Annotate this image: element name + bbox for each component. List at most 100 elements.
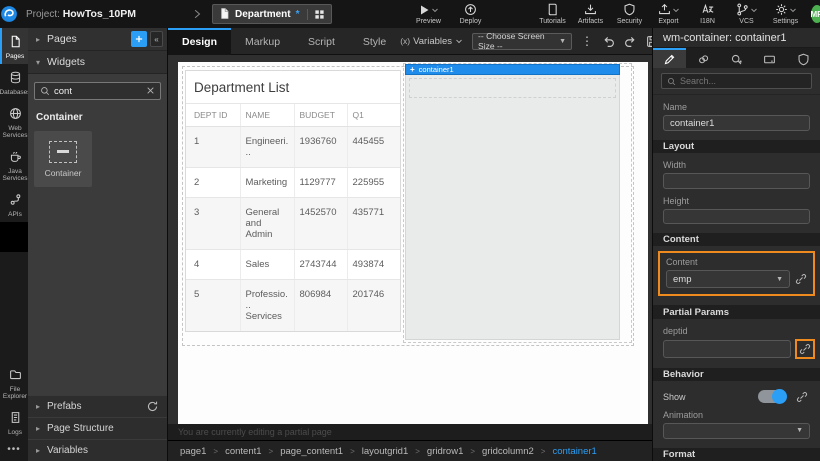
- bind-link-icon[interactable]: [796, 391, 808, 403]
- refresh-icon[interactable]: [146, 400, 159, 413]
- properties-search-input[interactable]: [680, 76, 806, 86]
- pages-grid-icon[interactable]: [307, 9, 325, 20]
- design-canvas[interactable]: Department List DEPT IDNAMEBUDGETQ1 1Eng…: [168, 55, 652, 440]
- table-cell: Professio... Services: [240, 280, 294, 332]
- table-column-header[interactable]: NAME: [240, 104, 294, 127]
- width-field[interactable]: [663, 173, 810, 188]
- properties-tab-inspect[interactable]: [720, 48, 753, 68]
- table-row[interactable]: 4Sales2743744493874: [186, 250, 401, 280]
- panel-section-variables[interactable]: ▸Variables: [28, 439, 167, 461]
- widget-search-box[interactable]: [34, 82, 161, 100]
- security-button[interactable]: Security: [611, 4, 649, 25]
- preview-button[interactable]: Preview: [410, 4, 448, 25]
- table-row[interactable]: 3General and Admin1452570435771: [186, 198, 401, 250]
- selected-container-widget[interactable]: + container1: [405, 64, 620, 340]
- tutorials-icon: [546, 1, 559, 19]
- tab-markup[interactable]: Markup: [231, 28, 294, 55]
- rail-more-button[interactable]: •••: [0, 440, 28, 461]
- content-select[interactable]: emp ▼: [666, 270, 790, 288]
- rail-item-java-services[interactable]: Java Services: [0, 143, 28, 186]
- deploy-button[interactable]: Deploy: [452, 4, 490, 25]
- more-options-kebab-icon[interactable]: ⋮: [581, 34, 593, 48]
- web-services-icon: [9, 105, 22, 123]
- properties-tab-shield[interactable]: [787, 48, 820, 68]
- export-button[interactable]: Export: [650, 4, 688, 25]
- container-drop-area[interactable]: [409, 78, 616, 98]
- properties-panel-title: wm-container: container1: [653, 28, 820, 48]
- widgets-panel-header[interactable]: ▾ Widgets: [28, 51, 167, 74]
- animation-select[interactable]: ▼: [663, 423, 810, 438]
- properties-tab-device[interactable]: [753, 48, 786, 68]
- table-row[interactable]: 2Marketing1129777225955: [186, 168, 401, 198]
- panel-section-prefabs[interactable]: ▸Prefabs: [28, 395, 167, 417]
- tab-style[interactable]: Style: [349, 28, 400, 55]
- rail-item-apis[interactable]: APIs: [0, 186, 28, 222]
- table-column-header[interactable]: Q1: [347, 104, 401, 127]
- settings-button[interactable]: Settings: [767, 4, 805, 25]
- plus-icon[interactable]: +: [410, 65, 415, 74]
- deptid-field[interactable]: [663, 340, 791, 358]
- name-field[interactable]: container1: [663, 115, 810, 130]
- breadcrumb-item-content1[interactable]: content1: [225, 446, 261, 457]
- table-column-header[interactable]: BUDGET: [294, 104, 347, 127]
- page-tab-department[interactable]: Department *: [212, 4, 331, 24]
- properties-tab-styles[interactable]: [686, 48, 719, 68]
- table-cell: 3: [186, 198, 240, 250]
- rail-item-databases[interactable]: Databases: [0, 64, 28, 100]
- collapse-panel-button[interactable]: «: [150, 31, 163, 47]
- tab-script[interactable]: Script: [294, 28, 349, 55]
- page-tab-label: Department: [235, 9, 291, 20]
- screen-size-select[interactable]: -- Choose Screen Size -- ▼: [472, 33, 572, 50]
- breadcrumb-item-gridcolumn2[interactable]: gridcolumn2: [482, 446, 534, 457]
- widget-search-input[interactable]: [54, 86, 142, 97]
- department-table[interactable]: DEPT IDNAMEBUDGETQ1 1Engineeri...1936760…: [186, 104, 401, 332]
- rail-item-logs[interactable]: Logs: [0, 404, 28, 440]
- pages-panel-header[interactable]: ▸ Pages «: [28, 28, 167, 51]
- bind-link-icon[interactable]: [799, 343, 811, 355]
- rail-item-web-services[interactable]: Web Services: [0, 100, 28, 143]
- breadcrumb-item-layoutgrid1[interactable]: layoutgrid1: [362, 446, 408, 457]
- variables-button[interactable]: (x) Variables: [400, 36, 463, 47]
- table-cell: 1129777: [294, 168, 347, 198]
- editor-tabs: DesignMarkupScriptStyle: [168, 28, 400, 55]
- tab-design[interactable]: Design: [168, 28, 231, 55]
- bind-link-icon[interactable]: [795, 273, 807, 285]
- name-field-label: Name: [663, 102, 810, 112]
- chevron-down-icon: ▾: [36, 58, 40, 67]
- settings-gear-icon: [775, 1, 788, 19]
- artifacts-button[interactable]: Artifacts: [572, 4, 610, 25]
- table-row[interactable]: 5Professio... Services806984201746: [186, 280, 401, 332]
- show-toggle[interactable]: [758, 390, 786, 403]
- table-column-header[interactable]: DEPT ID: [186, 104, 240, 127]
- height-field[interactable]: [663, 209, 810, 224]
- table-row[interactable]: 1Engineeri...1936760445455: [186, 127, 401, 168]
- i18n-button[interactable]: I18N: [689, 4, 727, 25]
- tutorials-button[interactable]: Tutorials: [534, 4, 572, 25]
- wavemaker-logo-icon[interactable]: [0, 0, 18, 28]
- properties-tab-pencil[interactable]: [653, 48, 686, 68]
- breadcrumb-item-page_content1[interactable]: page_content1: [280, 446, 343, 457]
- rail-item-file-explorer[interactable]: File Explorer: [0, 361, 28, 404]
- add-page-button[interactable]: [131, 31, 147, 47]
- properties-search-box[interactable]: [661, 73, 812, 89]
- breadcrumb-item-page1[interactable]: page1: [180, 446, 206, 457]
- chevron-down-icon: [750, 1, 758, 19]
- container-body[interactable]: [405, 75, 620, 340]
- clear-search-icon[interactable]: [146, 82, 155, 100]
- partial-page-canvas[interactable]: Department List DEPT IDNAMEBUDGETQ1 1Eng…: [178, 62, 648, 424]
- databases-icon: [9, 69, 22, 87]
- properties-panel: wm-container: container1 Name container1…: [652, 28, 820, 461]
- table-cell: 445455: [347, 127, 401, 168]
- breadcrumb-item-gridrow1[interactable]: gridrow1: [427, 446, 463, 457]
- rail-item-pages[interactable]: Pages: [0, 28, 28, 64]
- container-widget-tile[interactable]: Container: [34, 131, 92, 187]
- panel-section-page-structure[interactable]: ▸Page Structure: [28, 417, 167, 439]
- redo-button[interactable]: [624, 35, 637, 48]
- department-list-card[interactable]: Department List DEPT IDNAMEBUDGETQ1 1Eng…: [185, 70, 401, 332]
- breadcrumb-item-container1[interactable]: container1: [552, 446, 596, 457]
- vcs-button[interactable]: VCS: [728, 4, 766, 25]
- container-selection-header[interactable]: + container1: [405, 64, 620, 75]
- pencil-icon: [663, 50, 676, 68]
- undo-button[interactable]: [602, 35, 615, 48]
- user-avatar[interactable]: MP: [811, 5, 820, 23]
